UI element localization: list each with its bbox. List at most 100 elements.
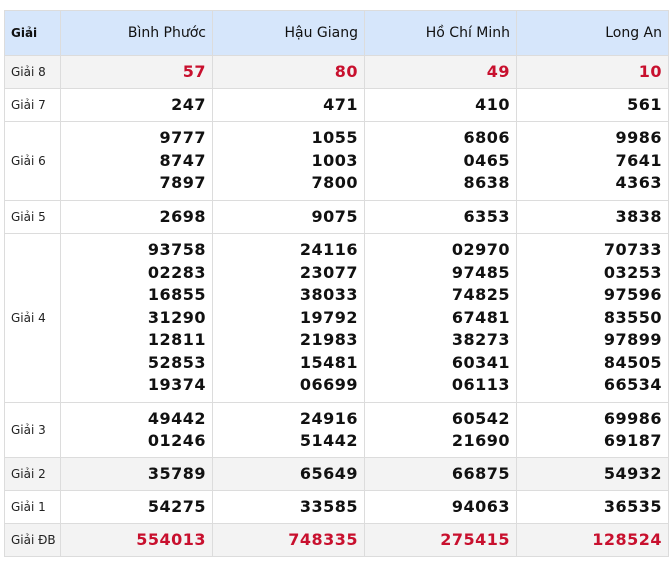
result-number: 51442 xyxy=(299,431,358,450)
result-number: 35789 xyxy=(147,463,206,483)
result-cell: 49442 01246 xyxy=(60,402,213,458)
result-number: 49442 xyxy=(147,408,206,428)
result-number: 02283 xyxy=(147,262,206,282)
province-header[interactable]: Bình Phước xyxy=(60,10,213,56)
result-number: 410 xyxy=(475,94,510,114)
result-number: 6353 xyxy=(463,206,510,226)
result-number: 06113 xyxy=(451,375,510,395)
result-number: 97899 xyxy=(603,330,662,350)
result-number: 54275 xyxy=(147,496,206,516)
result-number: 7641 xyxy=(615,150,662,170)
result-number: 748335 xyxy=(288,529,358,549)
result-number: 33585 xyxy=(299,496,358,516)
result-number: 93758 xyxy=(147,240,206,260)
result-number: 7897 xyxy=(159,173,206,193)
result-number: 19792 xyxy=(299,307,358,327)
result-number: 84505 xyxy=(603,352,662,372)
result-number: 02970 xyxy=(451,240,510,260)
result-number: 3838 xyxy=(615,206,662,226)
result-number: 38273 xyxy=(451,330,510,350)
result-number: 8638 xyxy=(463,173,510,193)
result-cell: 94063 xyxy=(364,490,517,524)
province-header[interactable]: Hồ Chí Minh xyxy=(364,10,517,56)
prize-label: Giải 1 xyxy=(4,490,61,524)
result-number: 9777 xyxy=(159,128,206,148)
prize-row-4: Giải 4 93758 02283 16855 31290 12811 528… xyxy=(4,233,669,403)
result-number: 65649 xyxy=(299,463,358,483)
result-number: 21690 xyxy=(451,431,510,450)
result-cell: 02970 97485 74825 67481 38273 60341 0611… xyxy=(364,233,517,403)
result-number: 38033 xyxy=(299,285,358,305)
result-cell: 410 xyxy=(364,88,517,122)
result-cell: 24916 51442 xyxy=(212,402,365,458)
result-number: 01246 xyxy=(147,431,206,450)
result-number: 2698 xyxy=(159,206,206,226)
prize-label: Giải 3 xyxy=(4,402,61,458)
result-cell: 49 xyxy=(364,55,517,89)
result-number: 1003 xyxy=(311,150,358,170)
result-number: 36535 xyxy=(603,496,662,516)
prize-column-header: Giải xyxy=(4,10,61,56)
result-number: 57 xyxy=(182,61,206,81)
result-number: 94063 xyxy=(451,496,510,516)
result-number: 97596 xyxy=(603,285,662,305)
prize-label: Giải 2 xyxy=(4,457,61,491)
result-cell: 54932 xyxy=(516,457,669,491)
result-number: 97485 xyxy=(451,262,510,282)
result-cell: 9075 xyxy=(212,200,365,234)
result-number: 06699 xyxy=(299,375,358,395)
result-cell: 70733 03253 97596 83550 97899 84505 6653… xyxy=(516,233,669,403)
result-cell: 66875 xyxy=(364,457,517,491)
result-number: 9986 xyxy=(615,128,662,148)
result-cell: 3838 xyxy=(516,200,669,234)
result-number: 247 xyxy=(171,94,206,114)
result-cell: 9777 8747 7897 xyxy=(60,121,213,201)
result-cell: 6353 xyxy=(364,200,517,234)
result-number: 54932 xyxy=(603,463,662,483)
result-number: 8747 xyxy=(159,150,206,170)
result-cell: 33585 xyxy=(212,490,365,524)
prize-label: Giải 4 xyxy=(4,233,61,403)
result-number: 23077 xyxy=(299,262,358,282)
province-header[interactable]: Long An xyxy=(516,10,669,56)
result-number: 4363 xyxy=(615,173,662,193)
result-cell: 54275 xyxy=(60,490,213,524)
result-number: 561 xyxy=(627,94,662,114)
result-number: 10 xyxy=(638,61,662,81)
result-number: 12811 xyxy=(147,330,206,350)
result-number: 9075 xyxy=(311,206,358,226)
result-number: 7800 xyxy=(311,173,358,193)
result-number: 49 xyxy=(486,61,510,81)
result-number: 52853 xyxy=(147,352,206,372)
prize-row-2: Giải 2 35789 65649 66875 54932 xyxy=(4,457,669,491)
result-number: 31290 xyxy=(147,307,206,327)
result-number: 67481 xyxy=(451,307,510,327)
prize-row-8: Giải 8 57 80 49 10 xyxy=(4,55,669,89)
result-cell: 247 xyxy=(60,88,213,122)
result-number: 19374 xyxy=(147,375,206,395)
result-number: 69986 xyxy=(603,408,662,428)
result-cell: 60542 21690 xyxy=(364,402,517,458)
result-cell: 93758 02283 16855 31290 12811 52853 1937… xyxy=(60,233,213,403)
result-cell: 561 xyxy=(516,88,669,122)
result-number: 471 xyxy=(323,94,358,114)
result-cell: 80 xyxy=(212,55,365,89)
prize-label: Giải 8 xyxy=(4,55,61,89)
province-header[interactable]: Hậu Giang xyxy=(212,10,365,56)
result-cell: 748335 xyxy=(212,523,365,557)
result-cell: 9986 7641 4363 xyxy=(516,121,669,201)
result-cell: 554013 xyxy=(60,523,213,557)
prize-label: Giải ĐB xyxy=(4,523,61,557)
result-cell: 275415 xyxy=(364,523,517,557)
prize-label: Giải 5 xyxy=(4,200,61,234)
result-cell: 65649 xyxy=(212,457,365,491)
result-number: 15481 xyxy=(299,352,358,372)
result-number: 60341 xyxy=(451,352,510,372)
prize-label: Giải 6 xyxy=(4,121,61,201)
result-number: 24916 xyxy=(299,408,358,428)
result-cell: 471 xyxy=(212,88,365,122)
prize-row-7: Giải 7 247 471 410 561 xyxy=(4,88,669,122)
result-cell: 24116 23077 38033 19792 21983 15481 0669… xyxy=(212,233,365,403)
prize-label: Giải 7 xyxy=(4,88,61,122)
result-number: 128524 xyxy=(592,529,662,549)
